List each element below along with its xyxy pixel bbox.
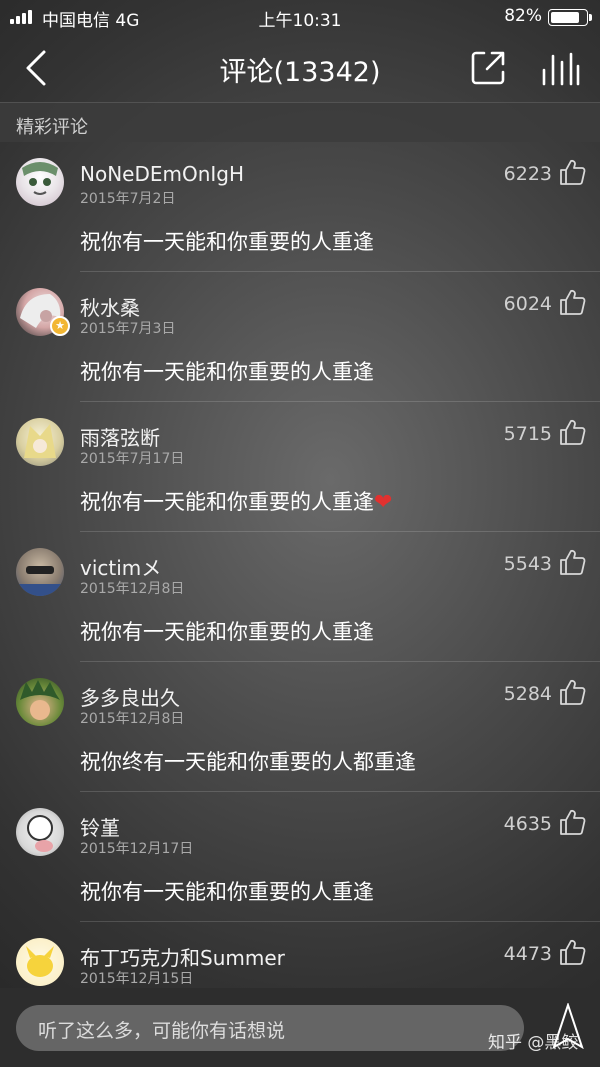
comment-text: 祝你有一天能和你重要的人重逢❤: [80, 486, 392, 516]
now-playing-icon[interactable]: [540, 50, 580, 86]
thumbs-up-icon[interactable]: [558, 938, 586, 966]
comment-date: 2015年12月8日: [80, 581, 185, 597]
status-bar: 中国电信 4G 上午10:31 82%: [0, 0, 600, 34]
nav-bar: 评论(13342): [0, 34, 600, 102]
like-count: 5284: [503, 683, 552, 705]
comment-item[interactable]: 铃堇 2015年12月17日 4635 祝你有一天能和你重要的人重逢: [0, 792, 600, 922]
comment-date: 2015年7月17日: [80, 451, 185, 467]
comment-input-bar: 听了这么多，可能你有话想说 知乎 @黑鲛: [0, 988, 600, 1067]
vip-star-badge-icon: ★: [50, 316, 70, 336]
avatar[interactable]: [16, 678, 64, 726]
section-header-featured: 精彩评论: [0, 102, 600, 142]
comment-text: 祝你有一天能和你重要的人重逢: [80, 880, 374, 904]
comment-username[interactable]: NoNeDEmOnIgH: [80, 162, 244, 186]
like-count: 6024: [503, 293, 552, 315]
like-count: 5715: [503, 423, 552, 445]
comment-input[interactable]: 听了这么多，可能你有话想说: [16, 1005, 524, 1051]
battery-icon: [548, 9, 592, 26]
comment-text-value: 祝你有一天能和你重要的人重逢: [80, 490, 374, 514]
comment-date: 2015年12月15日: [80, 971, 194, 987]
comment-item[interactable]: 雨落弦断 2015年7月17日 5715 祝你有一天能和你重要的人重逢❤: [0, 402, 600, 532]
comment-date: 2015年7月3日: [80, 321, 176, 337]
like-count: 6223: [503, 163, 552, 185]
thumbs-up-icon[interactable]: [558, 678, 586, 706]
comment-username[interactable]: victimメ: [80, 552, 161, 581]
avatar[interactable]: [16, 418, 64, 466]
like-count: 4635: [503, 813, 552, 835]
comment-username[interactable]: 布丁巧克力和Summer: [80, 942, 285, 971]
comment-item[interactable]: NoNeDEmOnIgH 2015年7月2日 6223 祝你有一天能和你重要的人…: [0, 142, 600, 272]
avatar[interactable]: [16, 808, 64, 856]
avatar[interactable]: [16, 548, 64, 596]
page-title: 评论(13342): [219, 57, 381, 88]
share-icon[interactable]: [470, 50, 506, 86]
thumbs-up-icon[interactable]: [558, 548, 586, 576]
thumbs-up-icon[interactable]: [558, 418, 586, 446]
heart-emoji-icon: ❤: [374, 490, 393, 515]
watermark: 知乎 @黑鲛: [488, 1033, 579, 1053]
thumbs-up-icon[interactable]: [558, 808, 586, 836]
thumbs-up-icon[interactable]: [558, 288, 586, 316]
battery-percent: 82%: [504, 6, 542, 26]
comment-username[interactable]: 多多良出久: [80, 682, 180, 711]
like-count: 5543: [503, 553, 552, 575]
like-count: 4473: [503, 943, 552, 965]
comment-date: 2015年12月17日: [80, 841, 194, 857]
avatar[interactable]: [16, 158, 64, 206]
avatar[interactable]: [16, 938, 64, 986]
thumbs-up-icon[interactable]: [558, 158, 586, 186]
comment-item[interactable]: ★ 秋水桑 2015年7月3日 6024 祝你有一天能和你重要的人重逢: [0, 272, 600, 402]
comment-item[interactable]: victimメ 2015年12月8日 5543 祝你有一天能和你重要的人重逢: [0, 532, 600, 662]
comment-text: 祝你有一天能和你重要的人重逢: [80, 230, 374, 254]
comment-text: 祝你终有一天能和你重要的人都重逢: [80, 750, 416, 774]
comment-item[interactable]: 多多良出久 2015年12月8日 5284 祝你终有一天能和你重要的人都重逢: [0, 662, 600, 792]
comment-date: 2015年7月2日: [80, 191, 176, 207]
comment-item[interactable]: 布丁巧克力和Summer 2015年12月15日 4473: [0, 922, 600, 988]
comment-username[interactable]: 秋水桑: [80, 292, 140, 321]
comment-username[interactable]: 雨落弦断: [80, 422, 160, 451]
comment-text: 祝你有一天能和你重要的人重逢: [80, 620, 374, 644]
comment-text: 祝你有一天能和你重要的人重逢: [80, 360, 374, 384]
comment-date: 2015年12月8日: [80, 711, 185, 727]
comment-username[interactable]: 铃堇: [80, 812, 120, 841]
